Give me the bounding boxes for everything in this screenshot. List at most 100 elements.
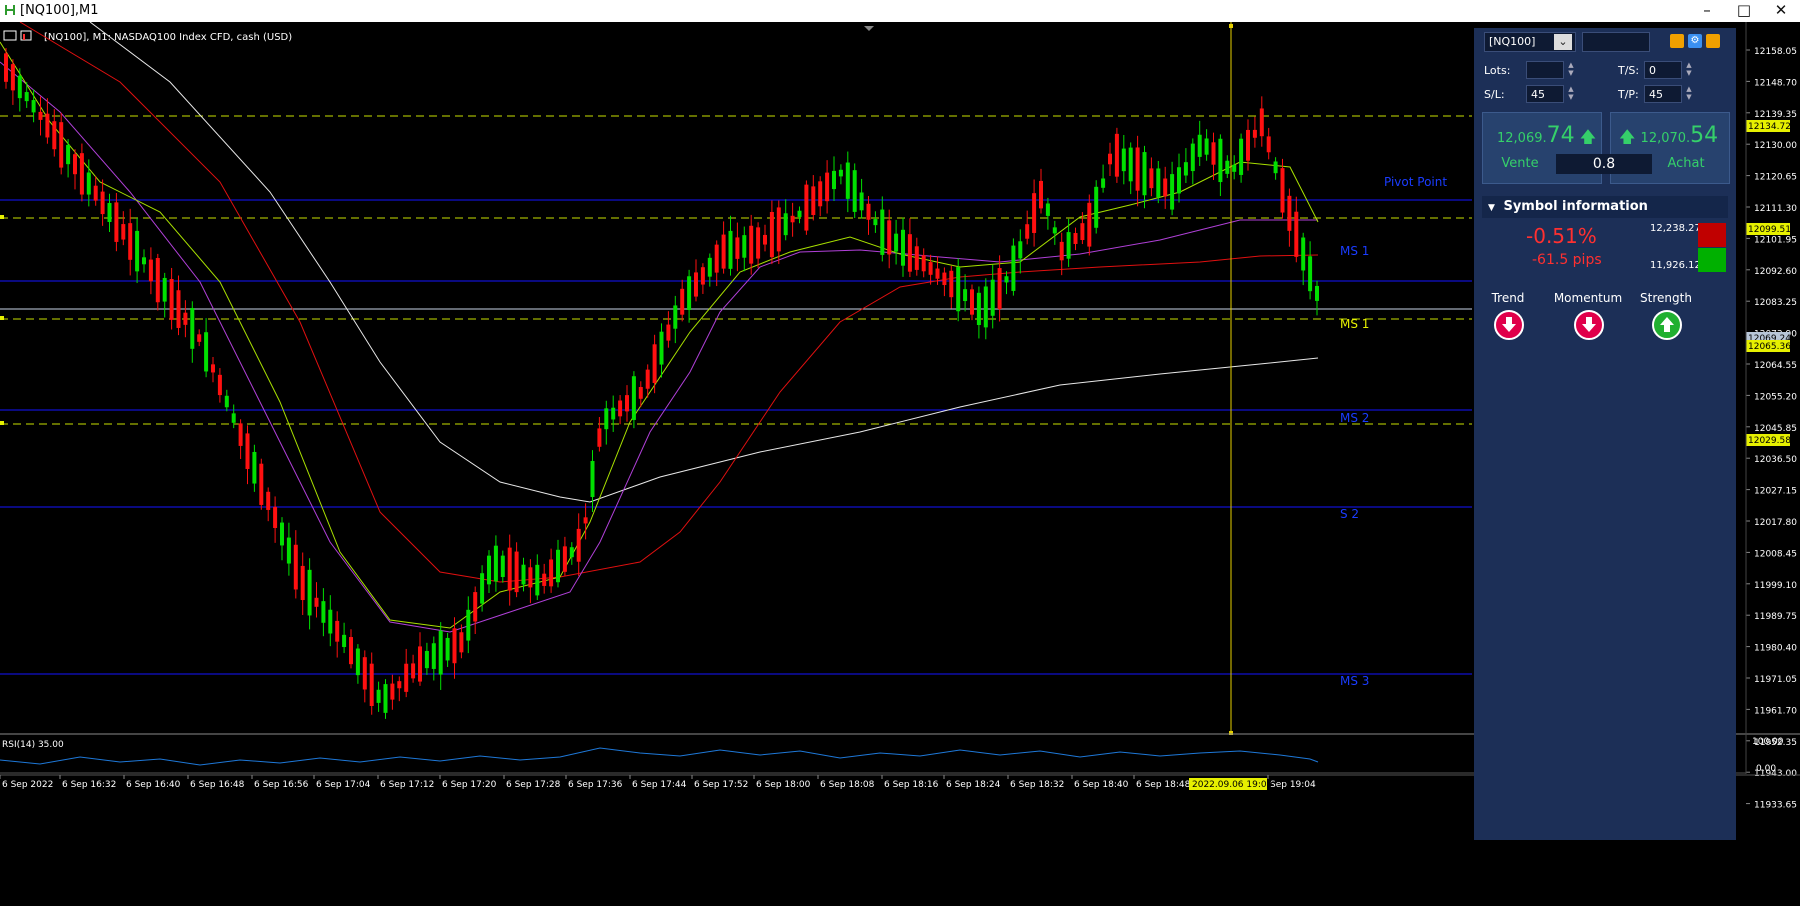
candle-body (121, 224, 126, 240)
trade-panel: [NQ100] ⌄ ⚙ Lots: ▲ ▼ T/S: 0 ▲ ▼ S/L: 45 ▲… (1474, 28, 1736, 840)
candle-body (997, 268, 1002, 310)
candle-body (418, 646, 422, 682)
time-axis-label: 6 Sep 18:24 (946, 780, 1001, 790)
crosshair-top-handle[interactable] (1229, 24, 1233, 28)
candle-body (638, 387, 643, 399)
price-axis-label: 12158.05 (1754, 47, 1797, 57)
candle-body (763, 234, 767, 245)
candle-body (542, 573, 547, 586)
arrow-up-icon: 🡅 (1619, 127, 1636, 146)
candle-body (1149, 168, 1154, 189)
candle-body (1114, 133, 1119, 177)
candle-body (480, 573, 485, 604)
copy-icon[interactable] (1670, 34, 1684, 48)
candle-body (224, 395, 229, 408)
lots-input[interactable] (1526, 61, 1564, 79)
candle-body (231, 413, 236, 423)
candle-body (487, 555, 491, 585)
candle-body (1094, 186, 1099, 228)
price-tag-label: 12099.51 (1748, 225, 1791, 235)
candle-body (1259, 108, 1264, 137)
candle-body (1128, 147, 1133, 182)
candle-body (286, 537, 291, 564)
sl-spinner[interactable]: ▲ ▼ (1566, 85, 1576, 103)
symbol-extra-field[interactable] (1582, 32, 1650, 52)
symbol-info-header[interactable]: ▼ Symbol information (1482, 196, 1728, 218)
time-axis-label: 6 Sep 17:12 (380, 780, 434, 790)
candle-body (811, 186, 816, 216)
candle-body (742, 235, 747, 258)
high-bar (1698, 223, 1726, 247)
candle-body (659, 331, 664, 365)
candle-body (880, 209, 885, 255)
candle-body (252, 451, 257, 484)
tp-spinner[interactable]: ▲ ▼ (1684, 85, 1694, 103)
price-axis-label: 11999.10 (1754, 581, 1797, 591)
symbol-info-title: Symbol information (1503, 199, 1648, 214)
candle-body (31, 100, 36, 113)
time-cursor-label: 2022.09.06 19:00 (1192, 780, 1273, 790)
minimize-button[interactable]: – (1690, 0, 1724, 22)
title-bar: [NQ100],M1 – □ ✕ (0, 0, 1800, 23)
buy-label[interactable]: Achat (1656, 156, 1716, 171)
candle-body (887, 220, 892, 255)
time-axis-label: 6 Sep 18:40 (1074, 780, 1129, 790)
candle-body (500, 555, 505, 578)
candle-body (383, 684, 388, 713)
trend-label: Trend (1491, 291, 1525, 305)
ts-spinner[interactable]: ▲ ▼ (1684, 61, 1694, 79)
candle-body (135, 230, 140, 272)
ts-label: T/S: (1618, 64, 1640, 77)
candle-body (728, 230, 733, 269)
s2-label: S 2 (1340, 507, 1359, 521)
candle-body (935, 268, 940, 279)
candle-body (859, 192, 864, 211)
candle-body (1163, 178, 1168, 197)
ms1-yellow-label: MS 1 (1340, 317, 1369, 331)
candle-body (148, 259, 153, 282)
candle-body (1218, 138, 1223, 183)
time-axis-label: 6 Sep 2022 (2, 780, 53, 790)
tp-label: T/P: (1618, 88, 1639, 101)
candle-body (452, 628, 457, 664)
ts-input[interactable]: 0 (1644, 61, 1682, 79)
candle-body (79, 153, 84, 195)
lots-spinner[interactable]: ▲ ▼ (1566, 61, 1576, 79)
grid-icon[interactable] (1706, 34, 1720, 48)
candle-body (1246, 129, 1250, 161)
rsi-max-label: 100.00 (1752, 737, 1784, 747)
candle-body (169, 278, 174, 320)
candle-body (328, 609, 333, 634)
candle-body (721, 234, 726, 269)
price-axis-label: 12027.15 (1754, 487, 1797, 497)
candle-body (687, 276, 692, 310)
candle-body (832, 170, 836, 190)
time-axis-label: 6 Sep 18:32 (1010, 780, 1064, 790)
candle-body (1190, 143, 1195, 172)
close-button[interactable]: ✕ (1764, 0, 1798, 22)
candle-body (928, 262, 933, 275)
candle-body (818, 181, 823, 207)
candle-body (645, 369, 650, 389)
sell-price-small: 12,069. (1497, 131, 1547, 146)
ms2-label: MS 2 (1340, 411, 1369, 425)
candle-body (942, 272, 947, 286)
candle-body (1101, 178, 1106, 188)
gear-icon[interactable]: ⚙ (1688, 34, 1702, 48)
day-low: 11,926.12 (1650, 260, 1701, 271)
price-axis-label: 12092.60 (1754, 267, 1797, 277)
maximize-button[interactable]: □ (1727, 0, 1761, 22)
candle-body (107, 203, 112, 222)
chevron-down-icon[interactable]: ⌄ (1554, 34, 1572, 50)
rsi-min-label: 0.00 (1756, 764, 1776, 774)
candle-body (204, 332, 209, 372)
price-axis-label: 12017.80 (1754, 518, 1797, 528)
sell-label[interactable]: Vente (1490, 156, 1550, 171)
candle-body (307, 569, 312, 616)
sl-input[interactable]: 45 (1526, 85, 1564, 103)
candle-body (4, 53, 8, 82)
price-axis-label: 12111.30 (1754, 204, 1797, 214)
tp-input[interactable]: 45 (1644, 85, 1682, 103)
candle-body (1052, 227, 1057, 234)
candle-body (300, 565, 305, 601)
